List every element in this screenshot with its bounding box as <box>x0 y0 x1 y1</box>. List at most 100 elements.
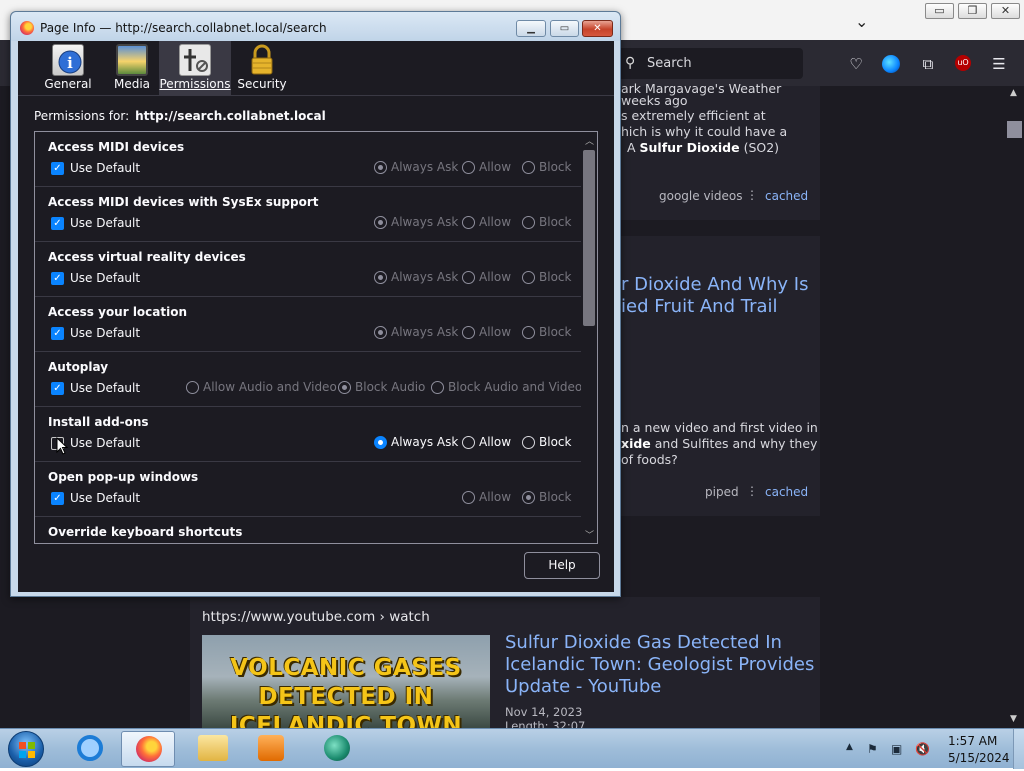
more-options-icon[interactable]: ⋮ <box>746 188 758 202</box>
tab-permissions[interactable]: Permissions <box>159 41 231 96</box>
use-default-label: Use Default <box>70 491 141 505</box>
use-default-label: Use Default <box>70 381 141 395</box>
extensions-icon[interactable]: ⧉ <box>919 55 937 73</box>
radio-label: Block Audio <box>355 380 426 394</box>
page-scrollbar[interactable]: ▲ ▼ <box>1005 86 1024 728</box>
result-2-cached-link[interactable]: cached <box>765 485 808 499</box>
minimize-button[interactable]: ▭ <box>925 3 954 19</box>
media-player-icon <box>258 735 284 761</box>
more-options-icon[interactable]: ⋮ <box>746 484 758 498</box>
radio-selected-icon <box>338 381 351 394</box>
start-button[interactable] <box>8 731 44 767</box>
dialog-titlebar[interactable]: Page Info — http://search.collabnet.loca… <box>11 12 620 41</box>
radio-label: Allow Audio and Video <box>203 380 337 394</box>
radio-label: Allow <box>479 160 512 174</box>
use-default-label: Use Default <box>70 216 141 230</box>
radio-label: Allow <box>479 215 512 229</box>
radio-icon <box>431 381 444 394</box>
result-2-desc: xide and Sulfites and why they <box>621 436 818 451</box>
radio-icon <box>462 326 475 339</box>
volume-muted-icon[interactable]: 🔇 <box>915 742 930 756</box>
radio-icon <box>522 436 535 449</box>
vpn-extension-icon[interactable] <box>882 55 900 73</box>
network-icon[interactable]: ▣ <box>891 742 902 756</box>
tab-general[interactable]: i General <box>44 41 92 96</box>
show-hidden-icons[interactable]: ▲ <box>846 742 853 752</box>
checkmark-icon: ✓ <box>51 492 64 505</box>
show-desktop-button[interactable] <box>1013 729 1024 769</box>
help-button[interactable]: Help <box>524 552 600 579</box>
dialog-close-button[interactable]: ✕ <box>582 20 613 37</box>
result-2-title[interactable]: ied Fruit And Trail <box>621 296 778 318</box>
tab-label: Media <box>113 77 151 91</box>
dialog-maximize-button[interactable]: ▭ <box>550 20 579 37</box>
permissions-list[interactable]: Access MIDI devices ✓ Use Default Always As… <box>34 131 598 544</box>
radio-icon <box>462 491 475 504</box>
result-3-title[interactable]: Icelandic Town: Geologist Provides <box>505 654 814 676</box>
result-3-title[interactable]: Sulfur Dioxide Gas Detected In <box>505 632 782 654</box>
close-button[interactable]: ✕ <box>991 3 1020 19</box>
radio-label: Allow <box>479 325 512 339</box>
scroll-up-icon[interactable]: ︿ <box>585 134 594 147</box>
ublock-icon[interactable]: uO <box>955 55 971 71</box>
permission-row: Override keyboard shortcuts <box>35 517 581 543</box>
tab-label: Permissions <box>159 77 231 91</box>
permissions-scrollbar[interactable]: ︿ ﹀ <box>581 132 597 543</box>
permission-title: Access virtual reality devices <box>48 250 246 264</box>
radio-icon <box>462 161 475 174</box>
use-default-label: Use Default <box>70 161 141 175</box>
radio-label: Block <box>539 325 572 339</box>
scrollbar-thumb[interactable] <box>583 150 595 326</box>
restore-button[interactable]: ❐ <box>958 3 987 19</box>
toolbar-search-box[interactable]: ⚲ Search <box>617 48 803 79</box>
dialog-minimize-button[interactable]: ▁ <box>516 20 546 37</box>
tab-media[interactable]: Media <box>105 41 159 96</box>
video-thumbnail[interactable]: VOLCANIC GASES DETECTED IN ICELANDIC TOW… <box>202 635 490 728</box>
radio-label: Allow <box>479 270 512 284</box>
permission-row: Install add-ons Use Default Always Ask Allo… <box>35 407 581 462</box>
permissions-icon <box>179 44 211 76</box>
scrollbar-thumb[interactable] <box>1007 121 1022 138</box>
scroll-down-icon[interactable]: ▼ <box>1010 714 1017 724</box>
firefox-icon <box>20 21 34 35</box>
clock-date[interactable]: 5/15/2024 <box>948 751 1010 765</box>
app-globe-icon <box>324 735 350 761</box>
taskbar-ie[interactable] <box>63 731 117 767</box>
radio-label: Block <box>539 215 572 229</box>
scroll-down-icon[interactable]: ﹀ <box>585 528 594 541</box>
radio-selected-icon <box>374 326 387 339</box>
info-icon: i <box>52 44 84 76</box>
radio-icon <box>522 161 535 174</box>
taskbar-explorer[interactable] <box>186 731 240 767</box>
permission-title: Autoplay <box>48 360 109 374</box>
radio-label: Always Ask <box>391 270 459 284</box>
radio-label: Block <box>539 490 572 504</box>
taskbar-app[interactable] <box>310 731 364 767</box>
media-icon <box>116 44 148 76</box>
result-2-desc: n a new video and first video in <box>621 420 818 435</box>
taskbar-firefox[interactable] <box>121 731 175 767</box>
permission-row: Autoplay ✓ Use Default Allow Audio and Vide… <box>35 352 582 407</box>
taskbar-media-player[interactable] <box>244 731 298 767</box>
result-1-text-line: weeks ago <box>621 93 688 108</box>
mouse-cursor-icon <box>56 437 68 455</box>
checkmark-icon: ✓ <box>51 327 64 340</box>
result-3-title[interactable]: Update - YouTube <box>505 676 661 698</box>
pocket-icon[interactable]: ♡ <box>847 55 865 73</box>
result-2-desc: of foods? <box>621 452 678 467</box>
radio-icon <box>522 326 535 339</box>
result-1-text-line: hich is why it could have a <box>621 124 788 139</box>
radio-label: Block <box>539 270 572 284</box>
result-2-title[interactable]: r Dioxide And Why Is <box>621 274 808 296</box>
menu-icon[interactable]: ☰ <box>990 55 1008 73</box>
clock-time[interactable]: 1:57 AM <box>948 734 997 748</box>
thumb-text: ICELANDIC TOWN <box>229 713 463 728</box>
result-1-cached-link[interactable]: cached <box>765 189 808 203</box>
radio-label: Always Ask <box>391 325 459 339</box>
action-center-flag-icon[interactable]: ⚑ <box>867 742 878 756</box>
list-all-tabs-icon[interactable]: ⌄ <box>855 12 868 31</box>
result-3-url[interactable]: https://www.youtube.com › watch <box>202 609 430 625</box>
permission-title: Access your location <box>48 305 188 319</box>
tab-security[interactable]: Security <box>236 41 288 96</box>
scroll-up-icon[interactable]: ▲ <box>1010 88 1017 98</box>
